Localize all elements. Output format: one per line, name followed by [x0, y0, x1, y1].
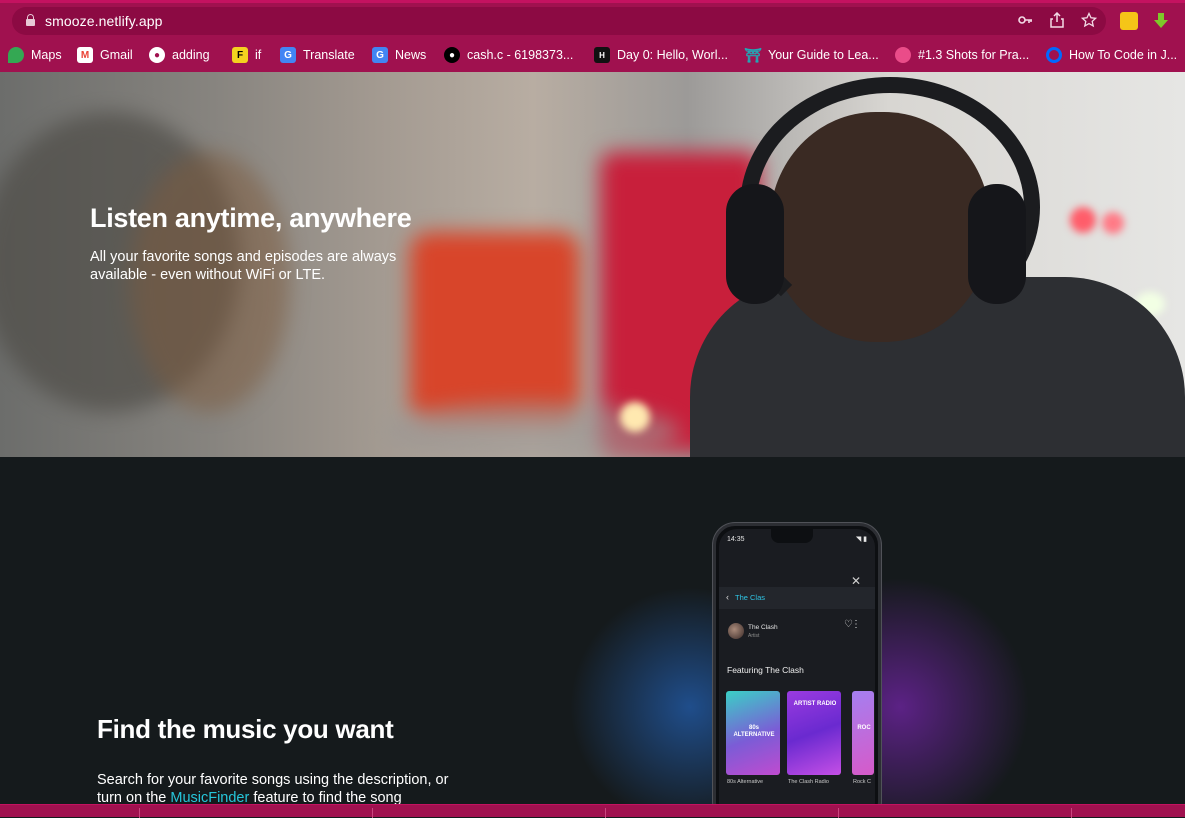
playlist-card: ROC [852, 691, 874, 775]
bookmarks-bar: Maps M Gmail ● adding Fif G Translate G News… [0, 41, 1185, 69]
featuring-heading: Featuring The Clash [727, 665, 804, 675]
chevron-left-icon: ‹ [726, 592, 729, 602]
bookmark-github[interactable]: ● cash.c - 6198373... [444, 41, 573, 69]
hero-section: Listen anytime, anywhere All your favori… [0, 72, 1185, 457]
phone-mockup: 14:35 ◥ ▮ ✕ ‹ The Clas The Clash Artist … [713, 523, 881, 804]
phone-search-query: The Clas [735, 593, 766, 602]
playlist-card: ARTIST RADIO [787, 691, 841, 775]
f-icon: F [232, 47, 248, 63]
headphone-cup-left [726, 184, 784, 304]
more-vertical-icon: ⋮ [851, 619, 861, 630]
signal-battery-icon: ◥ ▮ [855, 536, 867, 543]
github-icon: ● [444, 47, 460, 63]
extension-bulb-icon[interactable] [1120, 12, 1138, 30]
headphone-cup-right [968, 184, 1026, 304]
phone-notch [771, 529, 813, 543]
maps-icon [8, 47, 24, 63]
news-icon: G [372, 47, 388, 63]
artist-name: The Clash [748, 624, 778, 631]
torii-icon: ⛩ [744, 46, 762, 63]
hackerrank-icon: H [594, 47, 610, 63]
artist-type: Artist [748, 633, 760, 639]
do-icon [1046, 47, 1062, 63]
hero-title: Listen anytime, anywhere [90, 203, 412, 233]
share-icon[interactable] [1048, 11, 1066, 30]
bookmark-translate[interactable]: G Translate [280, 41, 355, 69]
gmail-icon: M [77, 47, 93, 63]
lock-icon[interactable] [26, 14, 35, 26]
extension-download-icon[interactable] [1152, 12, 1170, 30]
playlist-card: 80s ALTERNATIVE [726, 691, 780, 775]
feature-description: Search for your favorite songs using the… [97, 772, 449, 804]
globe-icon: ● [149, 47, 165, 63]
phone-search-bar: ‹ The Clas [719, 587, 875, 609]
bookmark-guide[interactable]: ⛩ Your Guide to Lea... [744, 41, 879, 69]
close-icon: ✕ [850, 574, 861, 588]
bookmark-news[interactable]: G News [372, 41, 426, 69]
bookmark-adding[interactable]: ● adding [149, 41, 210, 69]
url-text[interactable]: smooze.netlify.app [45, 13, 163, 29]
bookmark-star-icon[interactable] [1080, 11, 1098, 30]
bookmark-dribbble[interactable]: #1.3 Shots for Pra... [895, 41, 1029, 69]
bookmark-gmail[interactable]: M Gmail [77, 41, 133, 69]
phone-screen: 14:35 ◥ ▮ ✕ ‹ The Clas The Clash Artist … [719, 529, 875, 804]
bookmark-maps[interactable]: Maps [8, 41, 62, 69]
playlist-caption: 80s Alternative [727, 779, 764, 785]
dribbble-icon [895, 47, 911, 63]
feature-section: 14:35 ◥ ▮ ✕ ‹ The Clas The Clash Artist … [0, 457, 1185, 804]
key-icon[interactable] [1016, 12, 1034, 30]
playlist-caption: Rock C [853, 779, 872, 785]
hero-description: All your favorite songs and episodes are… [90, 249, 397, 283]
address-bar[interactable]: smooze.netlify.app [12, 7, 1106, 35]
musicfinder-link[interactable]: MusicFinder [170, 790, 249, 804]
bookmark-digitalocean[interactable]: How To Code in J... [1046, 41, 1177, 69]
translate-icon: G [280, 47, 296, 63]
bookmark-hackerrank[interactable]: H Day 0: Hello, Worl... [594, 41, 728, 69]
artist-avatar [728, 623, 744, 639]
browser-chrome: smooze.netlify.app Maps M Gmail ● adding F… [0, 0, 1185, 72]
phone-time: 14:35 [727, 536, 745, 543]
bookmark-if[interactable]: Fif [232, 41, 261, 69]
playlist-caption: The Clash Radio [788, 779, 829, 785]
feature-title: Find the music you want [97, 714, 394, 744]
bottom-bar [0, 804, 1185, 818]
